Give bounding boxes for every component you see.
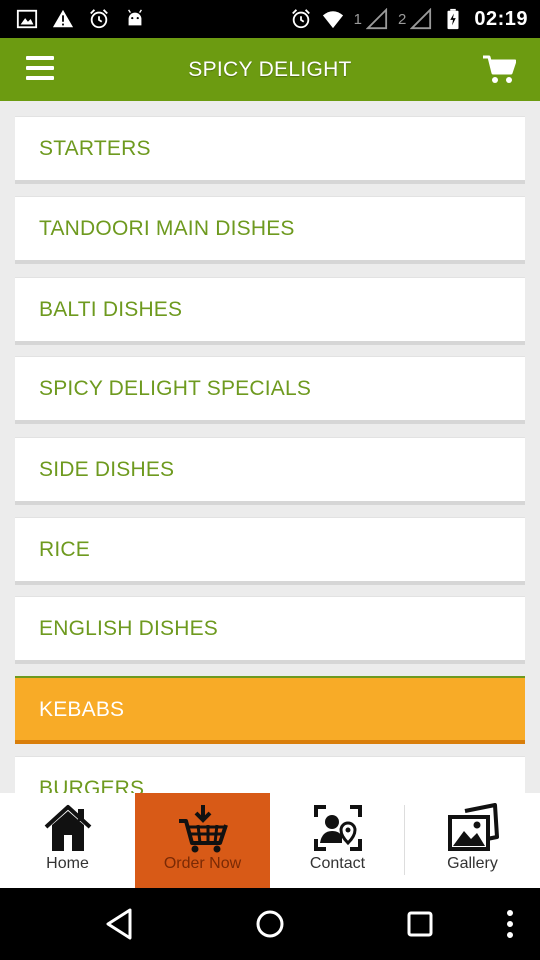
contact-icon xyxy=(312,803,364,853)
tab-order-now[interactable]: Order Now xyxy=(135,793,270,888)
android-icon xyxy=(124,8,146,30)
category-item-kebabs[interactable]: KEBABS xyxy=(15,676,525,744)
status-bar: 1 2 02:19 xyxy=(0,0,540,38)
clock: 02:19 xyxy=(474,7,528,30)
gallery-icon xyxy=(447,803,499,853)
basket-icon xyxy=(177,803,229,853)
alarm-icon xyxy=(88,8,110,30)
back-icon[interactable] xyxy=(100,904,140,944)
signal-icon xyxy=(366,8,388,30)
category-list[interactable]: STARTERS TANDOORI MAIN DISHES BALTI DISH… xyxy=(0,101,540,793)
tab-label: Home xyxy=(46,855,89,872)
cart-icon[interactable] xyxy=(482,54,517,84)
category-label: SPICY DELIGHT SPECIALS xyxy=(39,377,312,400)
sim1-label: 1 xyxy=(353,10,362,28)
overflow-menu-icon[interactable] xyxy=(490,904,530,944)
home-nav-icon[interactable] xyxy=(250,904,290,944)
home-icon xyxy=(42,803,94,853)
category-item-english-dishes[interactable]: ENGLISH DISHES xyxy=(15,596,525,664)
category-label: ENGLISH DISHES xyxy=(39,617,219,640)
bottom-tab-bar: Home Order Now Contact Gallery xyxy=(0,793,540,888)
tab-home[interactable]: Home xyxy=(0,793,135,888)
category-item-spicy-delight-specials[interactable]: SPICY DELIGHT SPECIALS xyxy=(15,356,525,424)
tab-contact[interactable]: Contact xyxy=(270,793,405,888)
app-bar: SPICY DELIGHT xyxy=(0,38,540,101)
category-item-burgers[interactable]: BURGERS xyxy=(15,756,525,793)
category-label: BURGERS xyxy=(39,777,145,793)
tab-label: Contact xyxy=(309,855,366,872)
category-label: STARTERS xyxy=(39,137,151,160)
category-label: SIDE DISHES xyxy=(39,458,175,481)
category-item-side-dishes[interactable]: SIDE DISHES xyxy=(15,437,525,505)
category-label: RICE xyxy=(39,538,90,561)
sim2-label: 2 xyxy=(398,10,407,28)
category-item-tandoori-main-dishes[interactable]: TANDOORI MAIN DISHES xyxy=(15,196,525,264)
signal-icon xyxy=(410,8,432,30)
system-nav-bar xyxy=(0,888,540,960)
category-label: KEBABS xyxy=(39,698,125,721)
tab-gallery[interactable]: Gallery xyxy=(405,793,540,888)
category-item-balti-dishes[interactable]: BALTI DISHES xyxy=(15,277,525,345)
battery-charging-icon xyxy=(442,8,464,30)
tab-label: Gallery xyxy=(447,855,498,872)
image-notification-icon xyxy=(16,8,38,30)
tab-label: Order Now xyxy=(163,855,242,872)
category-label: TANDOORI MAIN DISHES xyxy=(39,217,295,240)
recents-icon[interactable] xyxy=(400,904,440,944)
wifi-icon xyxy=(322,8,344,30)
warning-icon xyxy=(52,8,74,30)
category-item-rice[interactable]: RICE xyxy=(15,517,525,585)
category-label: BALTI DISHES xyxy=(39,298,183,321)
category-item-starters[interactable]: STARTERS xyxy=(15,116,525,184)
page-title: SPICY DELIGHT xyxy=(188,58,352,81)
alarm-icon xyxy=(290,8,312,30)
